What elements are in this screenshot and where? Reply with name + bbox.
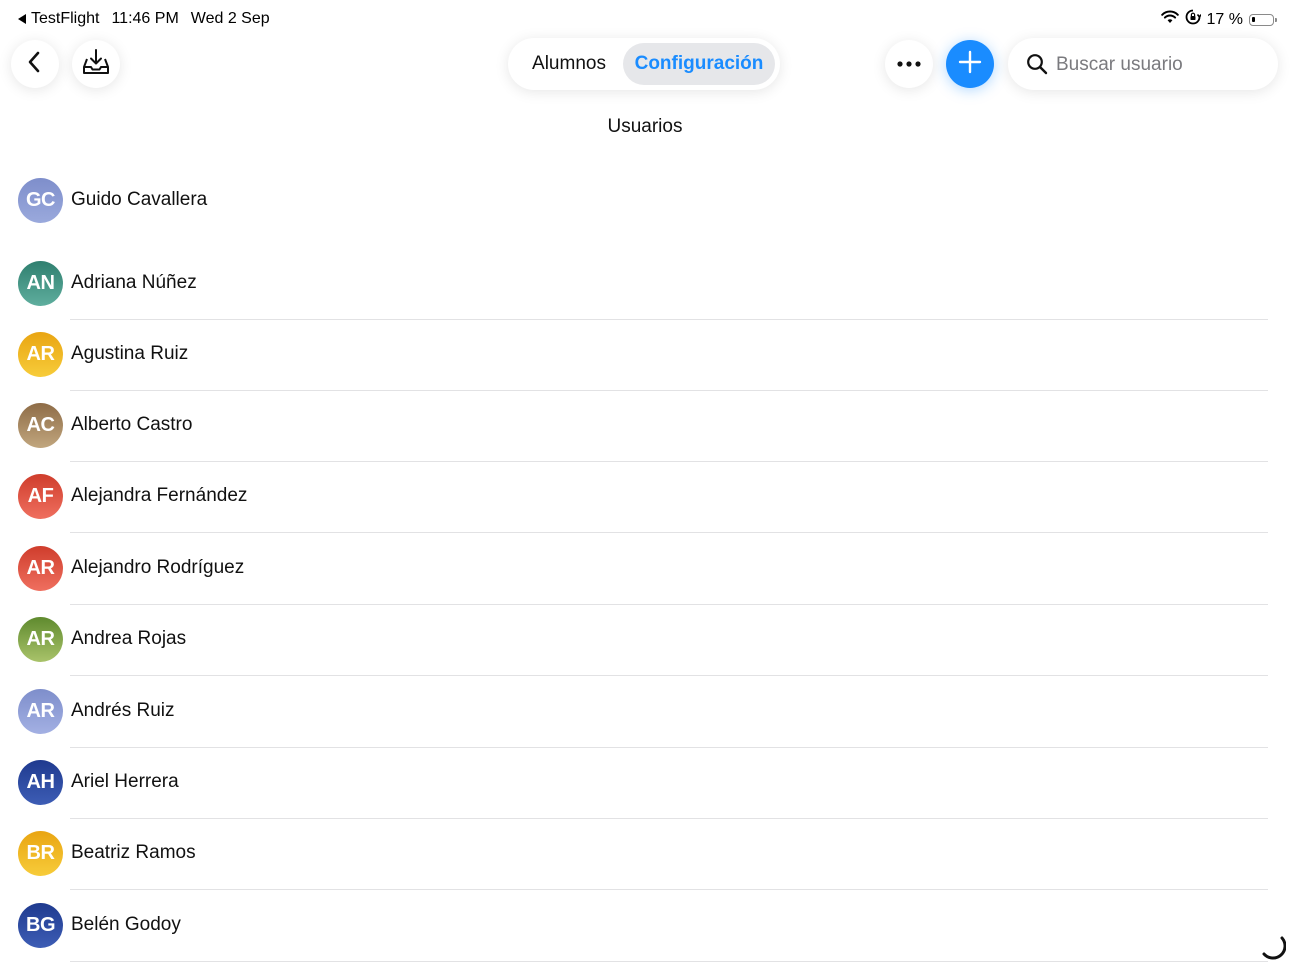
avatar: GC	[18, 178, 63, 223]
orientation-lock-icon	[1185, 9, 1202, 30]
section-segmented-control: Alumnos Configuración	[508, 38, 780, 90]
back-app-label: TestFlight	[31, 10, 100, 27]
import-button[interactable]	[72, 40, 120, 88]
search-input[interactable]	[1054, 48, 1268, 82]
user-list-item[interactable]: AR Andrea Rojas	[0, 605, 1290, 676]
avatar: BG	[18, 903, 63, 948]
row-divider	[70, 675, 1268, 676]
user-list-item[interactable]: AC Alberto Castro	[0, 391, 1290, 462]
user-name: Guido Cavallera	[71, 189, 208, 210]
more-options-button[interactable]	[885, 40, 933, 88]
user-name: Belén Godoy	[71, 914, 181, 935]
user-list-item[interactable]: AR Andrés Ruiz	[0, 677, 1290, 748]
status-bar: TestFlight 11:46 PM Wed 2 Sep 17 %	[0, 0, 1290, 38]
avatar: AF	[18, 474, 63, 519]
app-screen: TestFlight 11:46 PM Wed 2 Sep 17 % Alumn…	[0, 0, 1290, 968]
tab-alumnos[interactable]: Alumnos	[514, 43, 624, 85]
loading-spinner-icon	[1256, 930, 1287, 960]
ellipsis-icon	[896, 55, 922, 73]
user-name: Alejandra Fernández	[71, 485, 248, 506]
plus-icon	[958, 50, 982, 79]
status-time: 11:46 PM	[111, 10, 179, 27]
chevron-left-icon	[25, 50, 45, 79]
user-name: Andrea Rojas	[71, 628, 187, 649]
row-divider	[70, 889, 1268, 890]
user-list-item[interactable]: GC Guido Cavallera	[0, 166, 1290, 237]
avatar: AR	[18, 689, 63, 734]
back-button[interactable]	[11, 40, 59, 88]
user-list-item[interactable]: AR Agustina Ruiz	[0, 320, 1290, 391]
user-name: Andrés Ruiz	[71, 700, 175, 721]
battery-icon	[1249, 13, 1277, 26]
search-bar	[1008, 38, 1278, 90]
avatar: AH	[18, 760, 63, 805]
user-list-item[interactable]: AH Ariel Herrera	[0, 748, 1290, 819]
status-bar-right: 17 %	[1160, 9, 1277, 30]
user-list-item[interactable]: AR Alejandro Rodríguez	[0, 534, 1290, 605]
avatar: AR	[18, 617, 63, 662]
avatar: AR	[18, 546, 63, 591]
wifi-icon	[1160, 10, 1179, 29]
search-icon	[1026, 53, 1048, 80]
user-name: Beatriz Ramos	[71, 842, 196, 863]
user-name: Ariel Herrera	[71, 771, 179, 792]
battery-level	[1252, 16, 1255, 22]
row-divider	[70, 532, 1268, 533]
user-list-item[interactable]: AF Alejandra Fernández	[0, 462, 1290, 533]
user-list-item[interactable]: BG Belén Godoy	[0, 891, 1290, 962]
user-list-item[interactable]: AN Adriana Núñez	[0, 249, 1290, 320]
row-divider	[70, 961, 1268, 962]
back-to-app-link[interactable]: TestFlight	[18, 10, 99, 28]
user-list-item[interactable]: BR Beatriz Ramos	[0, 819, 1290, 890]
tray-download-icon	[81, 47, 111, 82]
tab-configuracion[interactable]: Configuración	[623, 43, 775, 85]
battery-percent: 17 %	[1206, 10, 1243, 28]
avatar: BR	[18, 831, 63, 876]
add-user-button[interactable]	[946, 40, 994, 88]
user-name: Alberto Castro	[71, 414, 193, 435]
avatar: AC	[18, 403, 63, 448]
user-name: Agustina Ruiz	[71, 343, 189, 364]
back-triangle-icon	[18, 14, 26, 24]
user-name: Alejandro Rodríguez	[71, 557, 245, 578]
status-date: Wed 2 Sep	[190, 10, 270, 27]
page-title: Usuarios	[607, 116, 683, 137]
status-bar-left: TestFlight 11:46 PM Wed 2 Sep	[18, 10, 270, 28]
avatar: AN	[18, 261, 63, 306]
user-name: Adriana Núñez	[71, 272, 197, 293]
avatar: AR	[18, 332, 63, 377]
